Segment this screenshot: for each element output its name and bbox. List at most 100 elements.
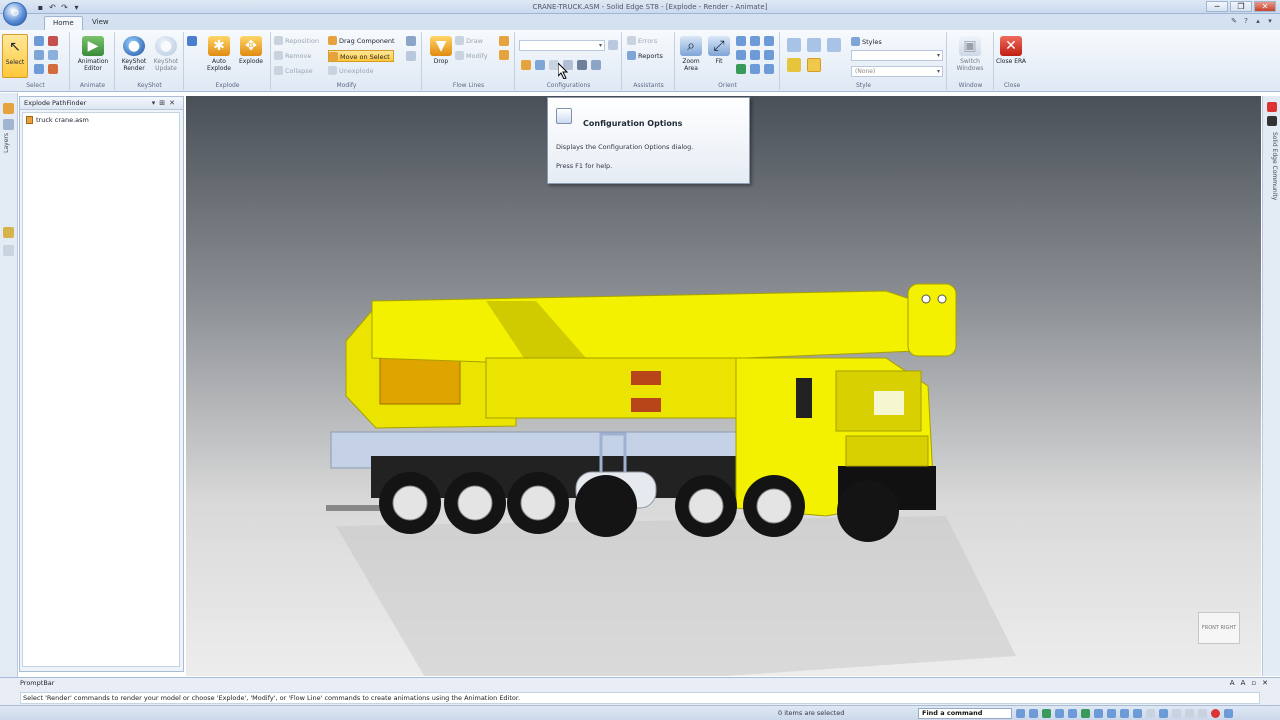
reposition-button[interactable]: Reposition <box>274 35 319 47</box>
reports-button[interactable]: Reports <box>627 50 663 62</box>
flow-option-icon-2[interactable] <box>499 50 509 60</box>
flow-draw-button[interactable]: Draw <box>455 35 483 47</box>
keyshot-update-button[interactable]: ● KeyShot Update <box>148 34 184 78</box>
view-cube-top-icon[interactable] <box>807 38 821 52</box>
pin-icon[interactable]: ✎ <box>1230 17 1238 25</box>
explode-button[interactable]: ✥ Explode <box>233 34 269 78</box>
status-perspective-icon[interactable] <box>1159 709 1168 718</box>
status-display-icon[interactable] <box>1107 709 1116 718</box>
remove-button[interactable]: Remove <box>274 50 311 62</box>
status-section-icon[interactable] <box>1120 709 1129 718</box>
shaded-edges-icon[interactable] <box>807 58 821 72</box>
select-button[interactable]: ↖ Select <box>2 34 28 78</box>
keyshot-render-button[interactable]: ● KeyShot Render <box>116 34 152 78</box>
status-render-icon[interactable] <box>1133 709 1142 718</box>
view-cube-front-icon[interactable] <box>787 38 801 52</box>
find-command-input[interactable]: Find a command <box>918 708 1012 719</box>
status-shade-icon[interactable] <box>1081 709 1090 718</box>
layers-tab-icon[interactable] <box>3 119 14 130</box>
layers-tab-label[interactable]: Layers <box>3 133 15 153</box>
hide-icon[interactable] <box>48 64 58 74</box>
pathfinder-tab-icon[interactable] <box>3 103 14 114</box>
style-value-select[interactable]: (None) <box>851 66 943 77</box>
collapse-button[interactable]: Collapse <box>274 65 313 77</box>
filter-icon[interactable] <box>34 64 44 74</box>
tab-view[interactable]: View <box>84 16 117 30</box>
switch-windows-button[interactable]: ▣ Switch Windows <box>952 34 988 78</box>
config-icon-1[interactable] <box>521 60 531 70</box>
save-configuration-icon[interactable] <box>608 40 618 50</box>
config-icon-5[interactable] <box>577 60 587 70</box>
status-misc-icon-3[interactable] <box>1198 709 1207 718</box>
community-icon[interactable] <box>1267 116 1277 126</box>
unexplode-button[interactable]: Unexplode <box>328 65 374 77</box>
status-rotate-icon[interactable] <box>1042 709 1051 718</box>
status-fit-icon[interactable] <box>1055 709 1064 718</box>
status-settings-icon[interactable] <box>1224 709 1233 718</box>
view-cube-right-icon[interactable] <box>827 38 841 52</box>
shaded-icon[interactable] <box>787 58 801 72</box>
maximize-button[interactable]: ❐ <box>1230 1 1252 12</box>
animation-editor-button[interactable]: ▶ Animation Editor <box>75 34 111 78</box>
modify-option-icon[interactable] <box>406 36 416 46</box>
options-icon[interactable]: ▾ <box>1266 17 1274 25</box>
view-icon-7[interactable] <box>736 64 746 74</box>
fit-button[interactable]: ⤢ Fit <box>704 34 734 78</box>
close-era-button[interactable]: ✕ Close ERA <box>995 34 1027 78</box>
status-misc-icon-2[interactable] <box>1185 709 1194 718</box>
promptbar-close-icon[interactable]: ✕ <box>1262 679 1268 687</box>
styles-button[interactable]: Styles <box>851 36 882 48</box>
lasso-icon[interactable] <box>48 50 58 60</box>
youtube-icon[interactable] <box>1267 102 1277 112</box>
tab-home[interactable]: Home <box>44 16 83 30</box>
pan-icon[interactable] <box>750 36 760 46</box>
select-tool-icon[interactable] <box>34 36 44 46</box>
rotate-icon[interactable] <box>764 36 774 46</box>
panel-controls[interactable]: ▾⊞✕ <box>152 97 179 109</box>
modify-option-icon-2[interactable] <box>406 51 416 61</box>
view-orientation-cube[interactable]: FRONT RIGHT <box>1198 612 1240 644</box>
view-icon-4[interactable] <box>736 50 746 60</box>
close-window-button[interactable]: ✕ <box>1254 1 1276 12</box>
auto-explode-button[interactable]: ✱ Auto Explode <box>201 34 237 78</box>
minimize-button[interactable]: ─ <box>1206 1 1228 12</box>
tree-item-assembly[interactable]: truck crane.asm <box>26 116 89 124</box>
properties-tab-icon[interactable] <box>3 227 14 238</box>
zoom-icon[interactable] <box>736 36 746 46</box>
drop-button[interactable]: ▼ Drop <box>423 34 459 78</box>
status-orient-icon[interactable] <box>1094 709 1103 718</box>
community-tab-label[interactable]: Solid Edge Community <box>1266 132 1278 200</box>
explode-settings-icon[interactable] <box>187 36 197 46</box>
config-icon-2[interactable] <box>535 60 545 70</box>
errors-button[interactable]: Errors <box>627 35 657 47</box>
move-on-select-button[interactable]: Move on Select <box>328 50 394 62</box>
view-icon-5[interactable] <box>750 50 760 60</box>
flow-modify-button[interactable]: Modify <box>455 50 488 62</box>
undo-icon[interactable]: ↶ <box>48 3 57 12</box>
lock-icon[interactable] <box>48 36 58 46</box>
zoom-area-button[interactable]: ⌕ Zoom Area <box>676 34 706 78</box>
promptbar-pin-icon[interactable]: ▫ <box>1251 679 1256 687</box>
status-misc-icon[interactable] <box>1172 709 1181 718</box>
view-icon-9[interactable] <box>764 64 774 74</box>
box-select-icon[interactable] <box>34 50 44 60</box>
status-option-icon[interactable] <box>1146 709 1155 718</box>
ribbon-minimize-icon[interactable]: ▴ <box>1254 17 1262 25</box>
config-icon-6[interactable] <box>591 60 601 70</box>
status-zoom-icon[interactable] <box>1016 709 1025 718</box>
font-size-small-icon[interactable]: A <box>1241 679 1246 687</box>
save-icon[interactable]: ▪ <box>36 3 45 12</box>
font-size-icon[interactable]: A <box>1230 679 1235 687</box>
status-view-icon[interactable] <box>1068 709 1077 718</box>
extra-tab-icon[interactable] <box>3 245 14 256</box>
flow-option-icon[interactable] <box>499 36 509 46</box>
style-select[interactable] <box>851 50 943 61</box>
print-icon[interactable]: ▾ <box>72 3 81 12</box>
redo-icon[interactable]: ↷ <box>60 3 69 12</box>
view-icon-8[interactable] <box>750 64 760 74</box>
status-record-icon[interactable] <box>1211 709 1220 718</box>
configuration-select[interactable] <box>519 40 605 51</box>
application-button[interactable]: ⚙ <box>3 2 27 26</box>
drag-component-button[interactable]: Drag Component <box>328 35 395 47</box>
status-pan-icon[interactable] <box>1029 709 1038 718</box>
